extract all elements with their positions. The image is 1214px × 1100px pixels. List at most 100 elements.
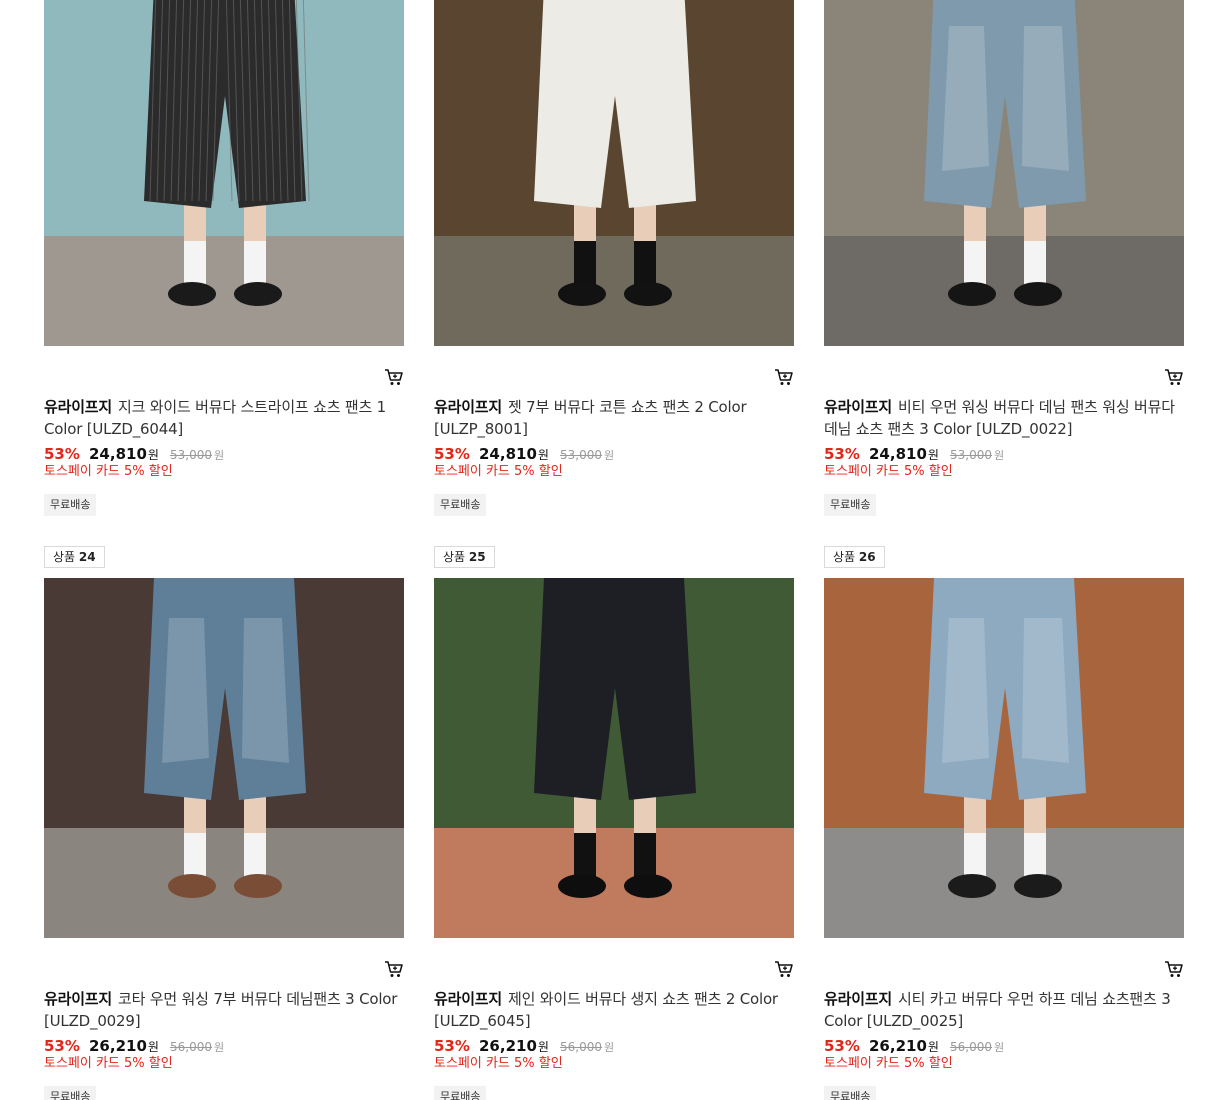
add-to-cart-icon[interactable] (1164, 367, 1184, 387)
add-to-cart-icon[interactable] (384, 367, 404, 387)
left-shoe (168, 874, 216, 898)
photo-floor (44, 828, 404, 938)
free-shipping-tag: 무료배송 (824, 494, 877, 516)
brand-name[interactable]: 유라이프지 (434, 990, 502, 1008)
sale-price: 26,210 (479, 1037, 537, 1055)
original-price: 56,000 (950, 1040, 993, 1054)
cart-wheel (390, 974, 394, 977)
currency-label: 원 (927, 1040, 939, 1054)
photo-floor (434, 828, 794, 938)
sale-price: 24,810 (479, 445, 537, 463)
product-image[interactable] (434, 578, 794, 938)
right-shoe (1014, 874, 1062, 898)
cart-body (775, 961, 793, 973)
badge-number: 26 (858, 550, 876, 564)
cart-wheel (787, 974, 790, 977)
brand-name[interactable]: 유라이프지 (434, 398, 502, 416)
right-sock (634, 241, 656, 286)
discount-rate: 53% (434, 1037, 470, 1055)
product-card[interactable]: 상품 25 유라이프지 제인 와이드 버뮤다 생지 쇼츠 팬츠 2 Color [… (434, 546, 794, 1100)
right-shoe (234, 874, 282, 898)
product-title[interactable]: 유라이프지 비티 우먼 워싱 버뮤다 데님 팬츠 워싱 버뮤다 데님 쇼츠 팬츠 … (824, 396, 1184, 440)
sale-price: 24,810 (89, 445, 147, 463)
right-shoe (624, 282, 672, 306)
product-card[interactable]: 유라이프지 비티 우먼 워싱 버뮤다 데님 팬츠 워싱 버뮤다 데님 쇼츠 팬츠 … (824, 0, 1184, 526)
product-photo (434, 0, 794, 346)
photo-floor (824, 828, 1184, 938)
product-title[interactable]: 유라이프지 젯 7부 버뮤다 코튼 쇼츠 팬츠 2 Color [ULZP_800… (434, 396, 794, 440)
right-sock (244, 833, 266, 878)
product-card[interactable]: 상품 24 유라이프지 코타 우먼 워싱 7부 버뮤다 데님팬츠 3 Color … (44, 546, 404, 1100)
cart-body (775, 369, 793, 381)
original-price: 53,000 (560, 448, 603, 462)
left-sock (184, 241, 206, 286)
denim-fade (1022, 26, 1069, 171)
free-shipping-tag: 무료배송 (824, 1086, 877, 1100)
product-rank-badge: 상품 26 (824, 546, 885, 568)
cart-wheel (1177, 382, 1180, 385)
product-title[interactable]: 유라이프지 코타 우먼 워싱 7부 버뮤다 데님팬츠 3 Color [ULZD_… (44, 988, 404, 1032)
cart-body (385, 961, 403, 973)
free-shipping-tag: 무료배송 (434, 1086, 487, 1100)
brand-name[interactable]: 유라이프지 (824, 398, 892, 416)
product-rank-badge: 상품 24 (44, 546, 105, 568)
product-title[interactable]: 유라이프지 시티 카고 버뮤다 우먼 하프 데님 쇼츠팬츠 3 Color [UL… (824, 988, 1184, 1032)
product-photo (434, 578, 794, 938)
left-sock (574, 241, 596, 286)
brand-name[interactable]: 유라이프지 (824, 990, 892, 1008)
brand-name[interactable]: 유라이프지 (44, 398, 112, 416)
right-sock (634, 833, 656, 878)
original-price: 56,000 (560, 1040, 603, 1054)
left-sock (964, 241, 986, 286)
denim-fade (162, 618, 209, 763)
product-image[interactable] (44, 578, 404, 938)
product-image[interactable] (44, 0, 404, 346)
add-to-cart-icon[interactable] (774, 959, 794, 979)
product-card[interactable]: 유라이프지 젯 7부 버뮤다 코튼 쇼츠 팬츠 2 Color [ULZP_800… (434, 0, 794, 526)
currency-label: 원 (147, 1040, 159, 1054)
product-title[interactable]: 유라이프지 지크 와이드 버뮤다 스트라이프 쇼츠 팬츠 1 Color [ULZ… (44, 396, 404, 440)
left-shoe (168, 282, 216, 306)
product-title[interactable]: 유라이프지 제인 와이드 버뮤다 생지 쇼츠 팬츠 2 Color [ULZD_6… (434, 988, 794, 1032)
cart-wheel (780, 382, 784, 385)
denim-fade (1022, 618, 1069, 763)
original-currency-label: 원 (994, 449, 1005, 462)
cart-wheel (1177, 974, 1180, 977)
card-promo-text: 토스페이 카드 5% 할인 (44, 1056, 173, 1071)
product-card[interactable]: 상품 26 유라이프지 시티 카고 버뮤다 우먼 하프 데님 쇼츠팬츠 3 Col… (824, 546, 1184, 1100)
cart-body (1165, 961, 1183, 973)
cart-wheel (397, 974, 400, 977)
product-photo (44, 0, 404, 346)
brand-name[interactable]: 유라이프지 (44, 990, 112, 1008)
right-sock (1024, 833, 1046, 878)
free-shipping-tag: 무료배송 (44, 494, 97, 516)
product-image[interactable] (434, 0, 794, 346)
currency-label: 원 (537, 448, 549, 462)
currency-label: 원 (927, 448, 939, 462)
discount-rate: 53% (824, 445, 860, 463)
photo-floor (824, 236, 1184, 346)
add-to-cart-icon[interactable] (1164, 959, 1184, 979)
add-to-cart-icon[interactable] (774, 367, 794, 387)
card-promo-text: 토스페이 카드 5% 할인 (434, 464, 563, 479)
cart-wheel (390, 382, 394, 385)
photo-floor (44, 236, 404, 346)
product-card[interactable]: 유라이프지 지크 와이드 버뮤다 스트라이프 쇼츠 팬츠 1 Color [ULZ… (44, 0, 404, 526)
sale-price: 26,210 (89, 1037, 147, 1055)
discount-rate: 53% (824, 1037, 860, 1055)
original-currency-label: 원 (214, 1041, 225, 1054)
cart-body (1165, 369, 1183, 381)
product-image[interactable] (824, 578, 1184, 938)
badge-label: 상품 (443, 550, 466, 564)
original-currency-label: 원 (604, 449, 615, 462)
card-promo-text: 토스페이 카드 5% 할인 (44, 464, 173, 479)
original-price: 53,000 (170, 448, 213, 462)
discount-rate: 53% (44, 445, 80, 463)
free-shipping-tag: 무료배송 (44, 1086, 97, 1100)
add-to-cart-icon[interactable] (384, 959, 404, 979)
product-image[interactable] (824, 0, 1184, 346)
currency-label: 원 (537, 1040, 549, 1054)
original-currency-label: 원 (994, 1041, 1005, 1054)
denim-fade (242, 618, 289, 763)
discount-rate: 53% (44, 1037, 80, 1055)
